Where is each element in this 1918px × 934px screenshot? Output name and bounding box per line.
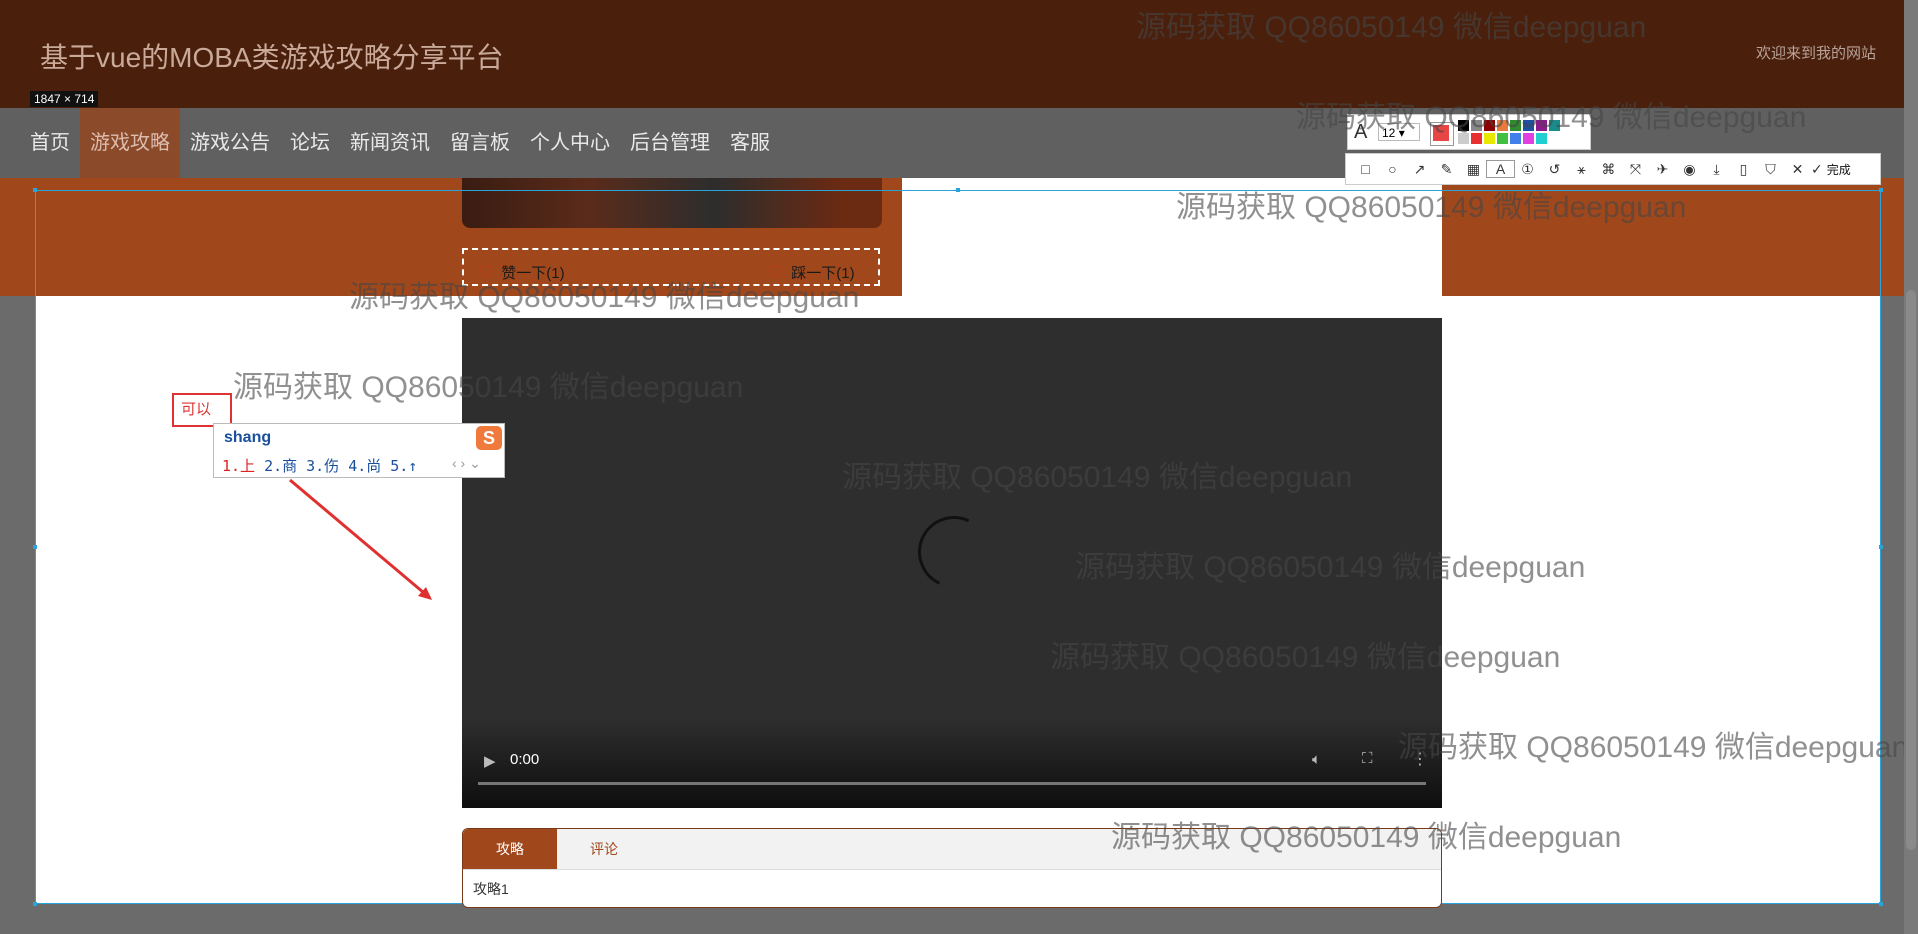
ime-candidate[interactable]: 2.商	[264, 457, 297, 475]
watermark: 源码获取 QQ86050149 微信deepguan	[842, 461, 1353, 494]
watermark: 源码获取 QQ86050149 微信deepguan	[1050, 641, 1561, 674]
watermark: 源码获取 QQ86050149 微信deepguan	[349, 281, 860, 314]
ime-candidate[interactable]: 4.尚	[348, 457, 381, 475]
finish-button[interactable]: ✓ 完成	[1811, 161, 1851, 178]
pin-icon[interactable]: ✈	[1649, 161, 1676, 178]
resize-handle[interactable]	[1879, 188, 1883, 192]
ime-candidate-list[interactable]: 1.上 2.商 3.伤 4.尚 5.↑	[222, 455, 426, 476]
nav-item-messages[interactable]: 留言板	[440, 108, 520, 178]
arrow-icon[interactable]: ↗	[1406, 161, 1433, 178]
watermark: 源码获取 QQ86050149 微信deepguan	[1111, 821, 1622, 854]
mosaic-icon[interactable]: ▦	[1460, 161, 1487, 178]
translate-icon[interactable]: ⌘	[1595, 161, 1622, 178]
nav-item-support[interactable]: 客服	[720, 108, 780, 178]
number-icon[interactable]: ①	[1514, 161, 1541, 178]
nav-item-forum[interactable]: 论坛	[280, 108, 340, 178]
copy-icon[interactable]: ▯	[1730, 161, 1757, 178]
video-controls-bg	[462, 718, 1442, 808]
ime-candidate-window[interactable]: shang S 1.上 2.商 3.伤 4.尚 5.↑ ‹ › ⌄	[213, 423, 505, 478]
nav-item-profile[interactable]: 个人中心	[520, 108, 620, 178]
resize-handle[interactable]	[956, 188, 960, 192]
bookmark-icon[interactable]: ⛉	[1757, 161, 1784, 178]
ime-input-text: shang	[224, 429, 272, 446]
resize-handle[interactable]	[33, 902, 37, 906]
selection-size-tag: 1847 × 714	[30, 91, 99, 107]
tab-content: 攻略1	[473, 881, 509, 897]
text-tool-icon[interactable]: A	[1486, 160, 1515, 178]
watermark: 源码获取 QQ86050149 微信deepguan	[1176, 191, 1687, 224]
nav-item-admin[interactable]: 后台管理	[620, 108, 720, 178]
nav-item-news[interactable]: 新闻资讯	[340, 108, 440, 178]
ime-candidate[interactable]: 3.伤	[306, 457, 339, 475]
undo-icon[interactable]: ↺	[1541, 161, 1568, 178]
resize-handle[interactable]	[33, 188, 37, 192]
video-progress-bar[interactable]	[478, 782, 1426, 785]
tab-guide[interactable]: 攻略	[463, 829, 557, 869]
play-icon[interactable]: ▶	[484, 752, 496, 770]
ime-candidate[interactable]: 1.上	[222, 457, 255, 475]
ocr-icon[interactable]: ⚹	[1568, 161, 1595, 178]
cancel-icon[interactable]: ✕	[1784, 161, 1811, 178]
nav-item-guides[interactable]: 游戏攻略	[80, 108, 180, 178]
watermark: 源码获取 QQ86050149 微信deepguan	[1075, 551, 1586, 584]
pen-icon[interactable]: ✎	[1433, 161, 1460, 178]
finish-label: 完成	[1826, 162, 1851, 177]
volume-icon[interactable]: 🔈︎	[1312, 751, 1321, 768]
scroll-capture-icon[interactable]: ⤧	[1622, 161, 1649, 178]
site-title[interactable]: 基于vue的MOBA类游戏攻略分享平台	[40, 36, 504, 76]
scrollbar-thumb[interactable]	[1906, 290, 1916, 850]
tab-comments[interactable]: 评论	[557, 829, 651, 869]
watermark: 源码获取 QQ86050149 微信deepguan	[1136, 11, 1647, 44]
rectangle-icon[interactable]: □	[1352, 161, 1379, 177]
nav-item-announcements[interactable]: 游戏公告	[180, 108, 280, 178]
ime-logo-icon: S	[476, 426, 502, 450]
nav-item-home[interactable]: 首页	[20, 108, 80, 178]
record-icon[interactable]: ◉	[1676, 161, 1703, 178]
watermark: 源码获取 QQ86050149 微信deepguan	[1398, 731, 1904, 764]
fullscreen-icon[interactable]: ⛶	[1362, 750, 1373, 767]
resize-handle[interactable]	[1879, 545, 1883, 549]
watermark: 源码获取 QQ86050149 微信deepguan	[1296, 101, 1807, 134]
resize-handle[interactable]	[1879, 902, 1883, 906]
ime-page-arrows-icon[interactable]: ‹ › ⌄	[452, 455, 481, 472]
resize-handle[interactable]	[33, 545, 37, 549]
drawing-toolbar: □ ○ ↗ ✎ ▦ A ① ↺ ⚹ ⌘ ⤧ ✈ ◉ ⤓ ▯ ⛉ ✕ ✓ 完成	[1345, 153, 1881, 185]
save-icon[interactable]: ⤓	[1703, 161, 1730, 178]
welcome-text: 欢迎来到我的网站	[1755, 45, 1876, 62]
ime-candidate[interactable]: 5.↑	[390, 457, 417, 475]
ellipse-icon[interactable]: ○	[1379, 161, 1406, 177]
video-time: 0:00	[510, 751, 540, 768]
annotation-text-box[interactable]: 可以	[172, 393, 232, 427]
watermark: 源码获取 QQ86050149 微信deepguan	[233, 371, 744, 404]
